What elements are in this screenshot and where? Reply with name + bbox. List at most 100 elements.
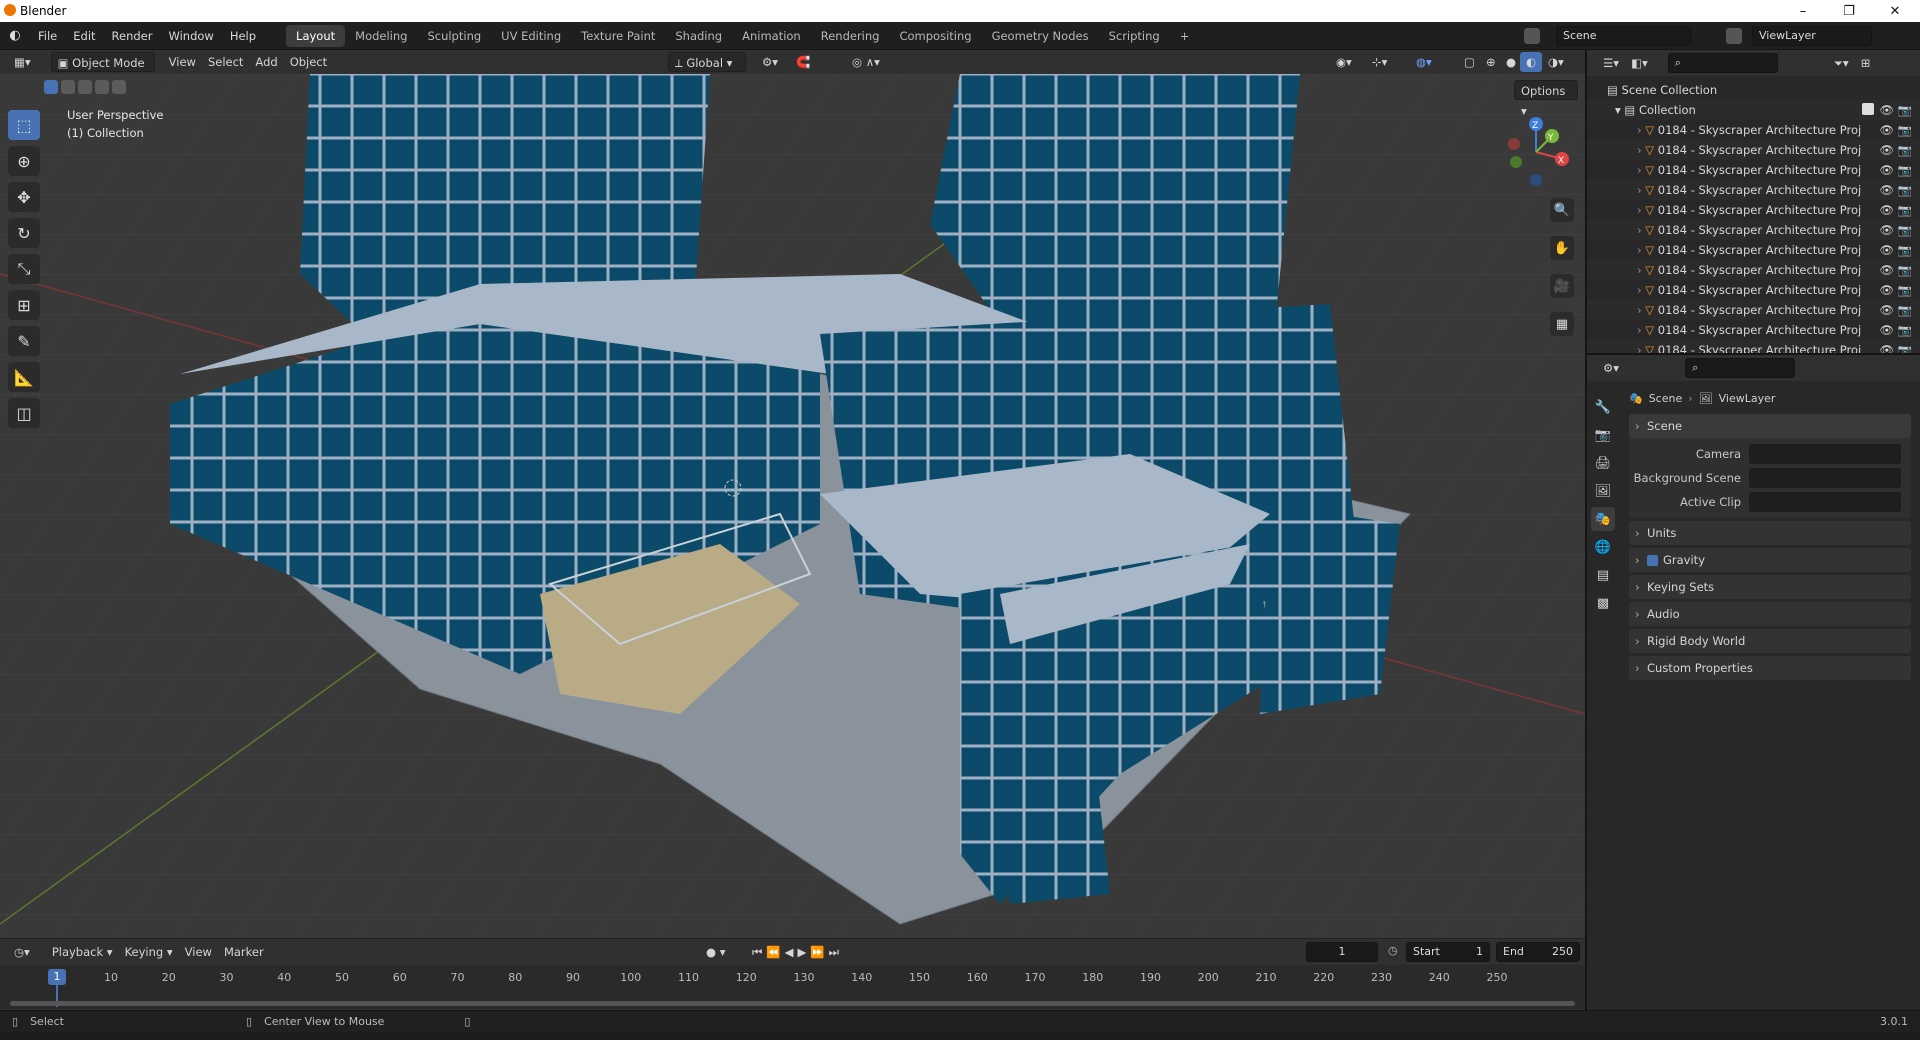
expand-arrow-icon[interactable]: › <box>1637 183 1642 197</box>
camera-field[interactable] <box>1749 444 1901 464</box>
menu-window[interactable]: Window <box>160 22 221 50</box>
render-camera-icon[interactable]: 📷 <box>1898 140 1912 160</box>
frame-clock-icon[interactable]: ◷ <box>1388 944 1398 957</box>
visibility-eye-icon[interactable]: 👁 <box>1879 320 1894 340</box>
expand-arrow-icon[interactable]: › <box>1637 243 1642 257</box>
move-tool-icon[interactable]: ✥ <box>8 182 40 212</box>
current-frame-field[interactable]: 1 <box>1306 942 1378 962</box>
active-clip-field[interactable] <box>1749 492 1901 512</box>
tab-shading[interactable]: Shading <box>665 25 732 47</box>
tab-sculpting[interactable]: Sculpting <box>417 25 491 47</box>
tab-layout[interactable]: Layout <box>286 24 346 47</box>
measure-tool-icon[interactable]: 📐 <box>8 362 40 392</box>
visibility-icon[interactable]: ◉▾ <box>1330 52 1358 72</box>
visibility-eye-icon[interactable]: 👁 <box>1879 180 1894 200</box>
panel-rigid-body-world[interactable]: Rigid Body World <box>1629 629 1911 653</box>
display-mode-icon[interactable]: ◧▾ <box>1625 53 1654 73</box>
expand-arrow-icon[interactable]: › <box>1637 143 1642 157</box>
end-frame-field[interactable]: End 250 <box>1496 942 1580 962</box>
timeline-editor-type-icon[interactable]: ◷▾ <box>8 942 36 962</box>
select-new-icon[interactable] <box>44 80 58 94</box>
outliner-object-row[interactable]: › ▽ 0184 - Skyscraper Architecture Proj 👁… <box>1587 180 1920 200</box>
menu-file[interactable]: File <box>30 22 65 50</box>
render-camera-icon[interactable]: 📷 <box>1898 240 1912 260</box>
playback-controls[interactable]: ⏮⏪◀▶⏩⏭ <box>746 942 849 962</box>
visibility-eye-icon[interactable]: 👁 <box>1879 220 1894 240</box>
panel-keying-sets[interactable]: Keying Sets <box>1629 575 1911 599</box>
background-scene-field[interactable] <box>1749 468 1901 488</box>
menu-help[interactable]: Help <box>222 22 264 50</box>
expand-arrow-icon[interactable]: › <box>1637 303 1642 317</box>
tab-animation[interactable]: Animation <box>732 25 811 47</box>
transform-tool-icon[interactable]: ⊞ <box>8 290 40 320</box>
outliner-object-row[interactable]: › ▽ 0184 - Skyscraper Architecture Proj 👁… <box>1587 280 1920 300</box>
world-tab-icon[interactable]: 🌐 <box>1591 535 1615 559</box>
menu-render[interactable]: Render <box>104 22 161 50</box>
options-dropdown[interactable]: Options ▾ <box>1514 80 1578 118</box>
outliner-search[interactable]: ⌕ <box>1667 53 1778 73</box>
render-camera-icon[interactable]: 📷 <box>1898 220 1912 240</box>
menu-edit[interactable]: Edit <box>65 22 103 50</box>
render-camera-icon[interactable]: 📷 <box>1898 200 1912 220</box>
tab-modeling[interactable]: Modeling <box>345 25 417 47</box>
render-camera-icon[interactable]: 📷 <box>1898 320 1912 340</box>
render-camera-icon[interactable]: 📷 <box>1898 280 1912 300</box>
panel-units[interactable]: Units <box>1629 521 1911 545</box>
view-layer-tab-icon[interactable]: 🖼 <box>1591 479 1615 503</box>
menu-add[interactable]: Add <box>249 52 283 72</box>
shading-rendered-icon[interactable]: ◑▾ <box>1542 52 1570 72</box>
visibility-eye-icon[interactable]: 👁 <box>1879 100 1894 120</box>
outliner-object-row[interactable]: › ▽ 0184 - Skyscraper Architecture Proj 👁… <box>1587 200 1920 220</box>
visibility-eye-icon[interactable]: 👁 <box>1879 200 1894 220</box>
close-icon[interactable]: ✕ <box>1872 0 1918 22</box>
outliner-object-row[interactable]: › ▽ 0184 - Skyscraper Architecture Proj 👁… <box>1587 320 1920 340</box>
texture-tab-icon[interactable]: ▩ <box>1591 591 1615 615</box>
outliner-object-row[interactable]: › ▽ 0184 - Skyscraper Architecture Proj 👁… <box>1587 140 1920 160</box>
gizmo-icon[interactable]: ⊹▾ <box>1366 52 1393 72</box>
visibility-eye-icon[interactable]: 👁 <box>1879 120 1894 140</box>
render-camera-icon[interactable]: 📷 <box>1898 160 1912 180</box>
visibility-eye-icon[interactable]: 👁 <box>1879 140 1894 160</box>
overlays-icon[interactable]: ◍▾ <box>1410 52 1438 72</box>
visibility-eye-icon[interactable]: 👁 <box>1879 240 1894 260</box>
minimize-icon[interactable]: – <box>1780 0 1826 22</box>
keying-menu[interactable]: Keying ▾ <box>119 942 179 962</box>
cursor-tool-icon[interactable]: ⊕ <box>8 146 40 176</box>
tab-geometry-nodes[interactable]: Geometry Nodes <box>982 25 1099 47</box>
perspective-toggle-icon[interactable]: ▦ <box>1550 312 1574 336</box>
pan-hand-icon[interactable]: ✋ <box>1550 236 1574 260</box>
scene-collection-row[interactable]: ▤ Scene Collection <box>1587 80 1920 100</box>
expand-arrow-icon[interactable]: › <box>1637 203 1642 217</box>
outliner-object-row[interactable]: › ▽ 0184 - Skyscraper Architecture Proj 👁… <box>1587 300 1920 320</box>
outliner-editor-type-icon[interactable]: ☰▾ <box>1597 53 1625 73</box>
menu-select[interactable]: Select <box>202 52 249 72</box>
select-subtract-icon[interactable] <box>78 80 92 94</box>
xray-icon[interactable]: ▢ <box>1458 52 1481 72</box>
marker-menu[interactable]: Marker <box>218 942 270 962</box>
zoom-icon[interactable]: 🔍 <box>1550 198 1574 222</box>
select-invert-icon[interactable] <box>95 80 109 94</box>
render-camera-icon[interactable]: 📷 <box>1898 300 1912 320</box>
rotate-tool-icon[interactable]: ↻ <box>8 218 40 248</box>
start-frame-field[interactable]: Start 1 <box>1406 942 1490 962</box>
tab-texture-paint[interactable]: Texture Paint <box>571 25 665 47</box>
scene-panel-header[interactable]: Scene <box>1629 414 1911 438</box>
visibility-eye-icon[interactable]: 👁 <box>1879 300 1894 320</box>
panel-audio[interactable]: Audio <box>1629 602 1911 626</box>
outliner-object-row[interactable]: › ▽ 0184 - Skyscraper Architecture Proj 👁… <box>1587 160 1920 180</box>
tab-compositing[interactable]: Compositing <box>889 25 981 47</box>
expand-arrow-icon[interactable]: › <box>1637 323 1642 337</box>
timeline-scrollbar[interactable] <box>10 1001 1575 1006</box>
tab-scripting[interactable]: Scripting <box>1099 25 1170 47</box>
playback-menu[interactable]: Playback ▾ <box>46 942 119 962</box>
frame-ruler[interactable]: 1102030405060708090100110120130140150160… <box>0 965 1585 1009</box>
menu-view[interactable]: View <box>163 52 202 72</box>
add-cube-tool-icon[interactable]: ◫ <box>8 398 40 428</box>
output-tab-icon[interactable]: 🖨 <box>1591 451 1615 475</box>
record-icon[interactable]: ● ▾ <box>700 942 731 962</box>
viewlayer-selector[interactable]: ViewLayer <box>1752 26 1872 46</box>
outliner-object-row[interactable]: › ▽ 0184 - Skyscraper Architecture Proj 👁… <box>1587 120 1920 140</box>
render-camera-icon[interactable]: 📷 <box>1898 180 1912 200</box>
render-tab-icon[interactable]: 📷 <box>1591 423 1615 447</box>
panel-gravity[interactable]: Gravity <box>1629 548 1911 572</box>
